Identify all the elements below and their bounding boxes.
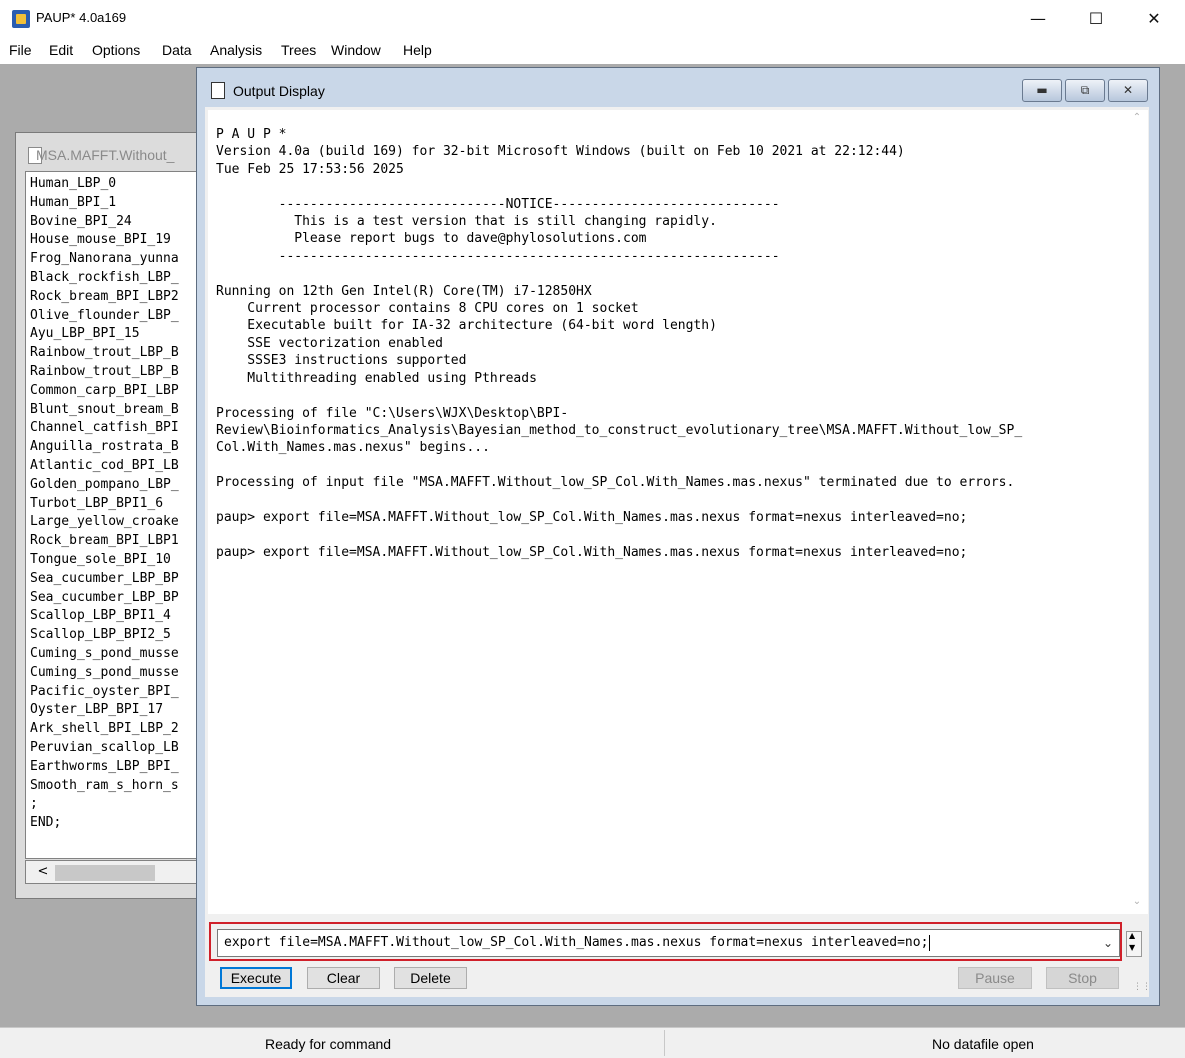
document-text: Human_LBP_0 Human_BPI_1 Bovine_BPI_24 Ho… (30, 176, 179, 831)
document-icon (211, 82, 225, 99)
close-icon[interactable]: ✕ (1108, 79, 1148, 102)
command-input-value: export file=MSA.MAFFT.Without_low_SP_Col… (224, 935, 929, 950)
scroll-down-icon[interactable]: ⌄ (1128, 896, 1146, 912)
spin-up-icon[interactable]: ▲ (1129, 931, 1135, 940)
menu-options[interactable]: Options (92, 42, 140, 58)
clear-button[interactable]: Clear (307, 967, 380, 989)
close-icon[interactable]: ✕ (1125, 0, 1183, 38)
dropdown-icon[interactable]: ⌄ (1097, 932, 1119, 954)
output-window-title: Output Display (233, 83, 325, 99)
scrollbar-thumb[interactable] (55, 865, 155, 881)
menu-file[interactable]: File (9, 42, 32, 58)
scroll-up-icon[interactable]: ⌃ (1128, 112, 1146, 128)
menu-window[interactable]: Window (331, 42, 381, 58)
menu-trees[interactable]: Trees (281, 42, 316, 58)
title-bar (0, 0, 1185, 38)
document-text-area[interactable]: Human_LBP_0 Human_BPI_1 Bovine_BPI_24 Ho… (25, 171, 203, 859)
app-title: PAUP* 4.0a169 (36, 10, 127, 25)
menu-analysis[interactable]: Analysis (210, 42, 262, 58)
resize-grip-icon[interactable]: ⋮⋮ (1133, 982, 1151, 992)
status-separator (664, 1030, 665, 1056)
minimize-icon[interactable]: ▬ (1022, 79, 1062, 102)
scroll-left-icon[interactable]: < (36, 864, 50, 880)
console-text: P A U P * Version 4.0a (build 169) for 3… (216, 127, 1023, 560)
status-text: Ready for command (265, 1036, 392, 1052)
restore-icon[interactable]: ⧉ (1065, 79, 1105, 102)
menu-data[interactable]: Data (162, 42, 192, 58)
minimize-icon[interactable]: — (1009, 0, 1067, 38)
command-input[interactable]: export file=MSA.MAFFT.Without_low_SP_Col… (217, 929, 1120, 957)
maximize-icon[interactable]: ☐ (1067, 0, 1125, 38)
menu-edit[interactable]: Edit (49, 42, 73, 58)
execute-button[interactable]: Execute (220, 967, 292, 989)
text-caret (929, 934, 931, 951)
datafile-status: No datafile open (932, 1036, 1034, 1052)
stop-button[interactable]: Stop (1046, 967, 1119, 989)
vertical-scrollbar[interactable] (1126, 110, 1148, 914)
console-output[interactable]: P A U P * Version 4.0a (build 169) for 3… (208, 110, 1126, 914)
pause-button[interactable]: Pause (958, 967, 1032, 989)
spin-down-icon[interactable]: ▼ (1129, 943, 1135, 952)
app-icon (12, 10, 30, 28)
document-window-title: MSA.MAFFT.Without_ (36, 147, 175, 163)
delete-button[interactable]: Delete (394, 967, 467, 989)
menu-help[interactable]: Help (403, 42, 432, 58)
